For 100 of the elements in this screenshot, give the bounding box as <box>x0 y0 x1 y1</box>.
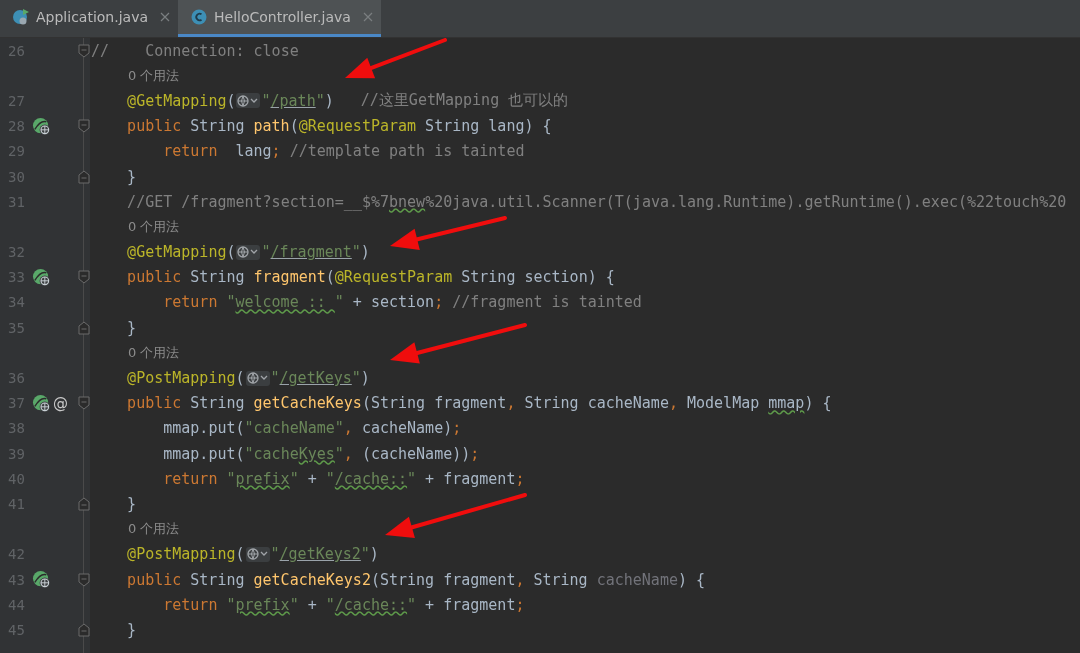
punctuation: , <box>668 394 678 413</box>
string-literal: " <box>226 595 236 614</box>
gutter-symbol[interactable]: @ <box>53 394 68 413</box>
code-text: ( <box>289 117 299 136</box>
code-text: String <box>190 268 245 287</box>
string-literal: " <box>407 595 417 614</box>
keyword: return <box>163 469 218 488</box>
file-tab[interactable]: HelloController.java <box>178 0 381 37</box>
usage-hint[interactable]: 0 个用法 <box>128 343 180 362</box>
punctuation: , <box>343 419 353 438</box>
code-text: ) { <box>804 394 832 413</box>
method-name: getCacheKeys2 <box>253 570 371 589</box>
code-text: ( <box>235 369 245 388</box>
endpoint-icon[interactable] <box>32 116 51 136</box>
string-literal: /cache:: <box>334 595 408 614</box>
code-comment: bnew <box>389 192 426 211</box>
code-comment: //这里GetMapping 也可以的 <box>360 91 569 111</box>
code-text: cacheName) <box>361 419 453 438</box>
code-text: } <box>127 167 137 186</box>
fold-marker-icon[interactable] <box>78 496 90 511</box>
string-literal: " <box>226 469 236 488</box>
string-literal: " <box>261 243 271 262</box>
keyword: return <box>163 293 218 312</box>
code-text: ) <box>360 243 370 262</box>
string-literal: " <box>325 595 335 614</box>
usage-hint[interactable]: 0 个用法 <box>128 520 180 539</box>
code-text: mmap.put( <box>163 419 245 438</box>
code-text: String <box>190 117 245 136</box>
string-literal: " <box>261 91 271 110</box>
annotation: @GetMapping <box>127 243 227 262</box>
code-text: ModelMap <box>687 394 760 413</box>
code-text: String <box>190 394 245 413</box>
file-tab[interactable]: Application.java <box>0 0 178 37</box>
web-inlay[interactable] <box>236 244 261 260</box>
string-literal: " <box>351 243 361 262</box>
string-literal: prefix <box>235 469 290 488</box>
string-literal: " <box>315 91 325 110</box>
keyword: public <box>127 268 182 287</box>
code-comment: //fragment is tainted <box>451 293 642 312</box>
class-icon <box>190 8 208 26</box>
fold-marker-icon[interactable] <box>78 320 90 335</box>
code-comment: // Connection: close <box>91 41 299 60</box>
web-inlay[interactable] <box>245 546 270 562</box>
string-literal: " <box>270 545 280 564</box>
code-comment: //GET /fragment?section=__$%7 <box>127 192 389 211</box>
endpoint-icon[interactable] <box>32 570 51 590</box>
web-inlay[interactable] <box>236 93 261 109</box>
string-literal: "cache <box>244 444 299 463</box>
code-text: lang <box>234 142 272 161</box>
keyword: public <box>127 117 182 136</box>
fold-marker-icon[interactable] <box>78 622 90 637</box>
fold-marker-icon[interactable] <box>78 43 90 58</box>
string-literal: " <box>289 469 299 488</box>
string-literal: " <box>325 469 335 488</box>
punctuation: ; <box>515 469 525 488</box>
string-literal: " <box>334 444 344 463</box>
fold-marker-icon[interactable] <box>78 169 90 184</box>
code-text: } <box>127 620 137 639</box>
punctuation: ; <box>470 444 480 463</box>
code-text: + <box>306 595 318 614</box>
code-text: String section) { <box>460 268 615 287</box>
code-text: ) <box>369 545 379 564</box>
close-icon[interactable] <box>362 12 373 22</box>
code-text: ( <box>226 243 236 262</box>
endpoint-icon[interactable] <box>32 393 51 413</box>
web-inlay[interactable] <box>245 370 270 386</box>
fold-marker-icon[interactable] <box>78 396 90 411</box>
fold-marker-icon[interactable] <box>78 270 90 285</box>
code-text: } <box>127 494 137 513</box>
method-name: getCacheKeys <box>253 394 362 413</box>
string-literal: " <box>270 369 280 388</box>
code-text: + <box>306 469 318 488</box>
fold-marker-icon[interactable] <box>78 572 90 587</box>
endpoint-icon[interactable] <box>32 267 51 287</box>
string-literal: " <box>407 469 417 488</box>
punctuation: , <box>506 394 516 413</box>
usage-hint[interactable]: 0 个用法 <box>128 217 180 236</box>
code-text: ) { <box>677 570 706 589</box>
annotation: @PostMapping <box>127 369 236 388</box>
punctuation: , <box>343 444 353 463</box>
string-literal: "cacheName" <box>244 419 344 438</box>
code-text: String <box>533 570 588 589</box>
code-text: mmap.put( <box>163 444 245 463</box>
string-literal: /cache:: <box>334 469 408 488</box>
code-text: ( <box>325 268 335 287</box>
code-text: String cacheName <box>524 394 669 413</box>
code-text: ( <box>226 91 236 110</box>
fold-marker-icon[interactable] <box>78 119 90 134</box>
code-comment: //template path is tainted <box>288 142 525 161</box>
punctuation: ; <box>434 293 444 312</box>
close-icon[interactable] <box>160 12 170 22</box>
string-literal: welcome :: <box>235 293 327 312</box>
punctuation: , <box>515 570 525 589</box>
annotation: @RequestParam <box>334 268 453 287</box>
punctuation: ; <box>452 419 462 438</box>
usage-hint[interactable]: 0 个用法 <box>128 66 180 85</box>
annotation: @GetMapping <box>127 91 227 110</box>
code-text: + fragment <box>424 595 516 614</box>
code-text: } <box>127 318 137 337</box>
keyword: return <box>163 142 218 161</box>
